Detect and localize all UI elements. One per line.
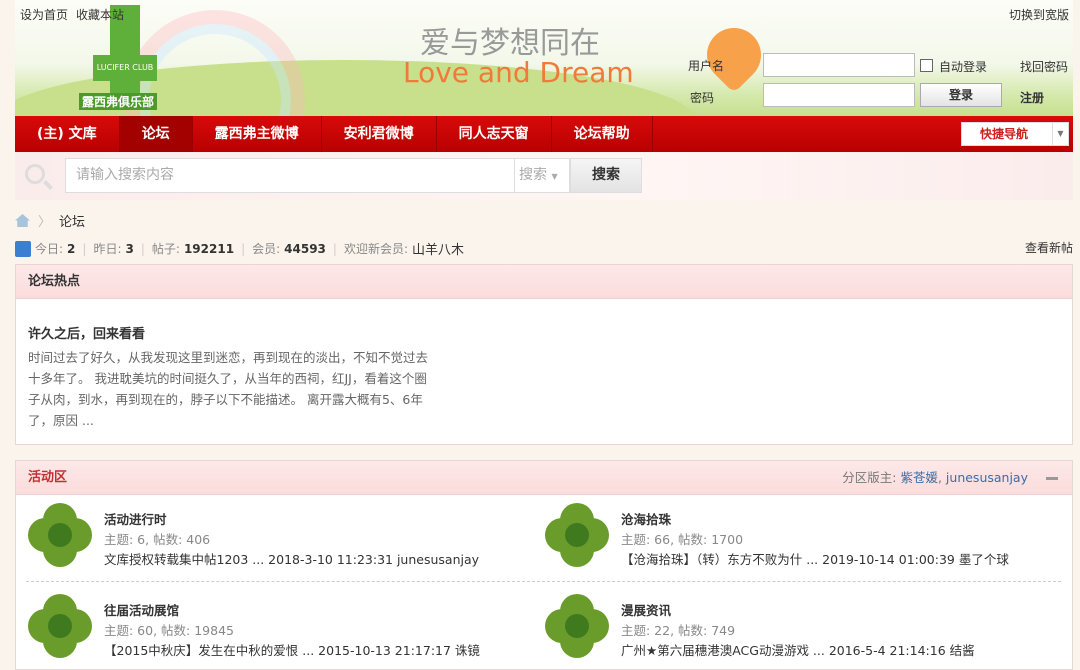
register-link[interactable]: 注册 xyxy=(1020,89,1044,106)
moderator-link[interactable]: junesusanjay xyxy=(946,470,1028,485)
forum-name[interactable]: 活动进行时 xyxy=(104,509,167,528)
view-new-posts-link[interactable]: 查看新帖 xyxy=(1025,239,1073,256)
forum-last-post[interactable]: 广州★第六届穗港澳ACG动漫游戏 ... 2016-5-4 21:14:16 结… xyxy=(621,640,975,659)
collapse-icon[interactable] xyxy=(1046,477,1058,480)
today-label: 今日: xyxy=(35,240,63,257)
search-bar: 请输入搜索内容 搜索 ▼ 搜索 xyxy=(15,152,1073,200)
search-button[interactable]: 搜索 xyxy=(570,158,642,193)
members-count: 44593 xyxy=(284,242,326,256)
auto-login-checkbox[interactable] xyxy=(920,59,933,72)
forum-last-post[interactable]: 【沧海拾珠】（转）东方不败为什 ... 2019-10-14 01:00:39 … xyxy=(621,549,1009,568)
breadcrumb-current[interactable]: 论坛 xyxy=(59,211,85,230)
login-button[interactable]: 登录 xyxy=(920,83,1002,107)
yesterday-count: 3 xyxy=(126,242,134,256)
section-moderators: 分区版主: 紫苍媛, junesusanjay xyxy=(842,461,1028,495)
welcome-label: 欢迎新会员: xyxy=(344,240,408,257)
forum-stats: 主题: 66, 帖数: 1700 xyxy=(621,529,743,548)
nav-anli-weibo[interactable]: 安利君微博 xyxy=(322,116,437,152)
clover-icon xyxy=(545,503,609,567)
moderator-link[interactable]: 紫苍媛 xyxy=(900,470,938,485)
home-icon[interactable] xyxy=(15,214,30,227)
nav-doujin[interactable]: 同人志天窗 xyxy=(437,116,552,152)
forum-item[interactable]: 往届活动展馆 主题: 60, 帖数: 19845 【2015中秋庆】发生在中秋的… xyxy=(16,588,516,668)
divider xyxy=(26,581,1061,582)
clover-icon xyxy=(28,503,92,567)
yesterday-label: 昨日: xyxy=(93,240,121,257)
username-input[interactable] xyxy=(763,53,915,77)
hot-topics-panel: 论坛热点 许久之后，回来看看 时间过去了好久，从我发现这里到迷恋，再到现在的淡出… xyxy=(15,264,1073,445)
slogan-en: Love and Dream xyxy=(403,56,634,89)
password-label: 密码 xyxy=(690,89,714,106)
password-input[interactable] xyxy=(763,83,915,107)
logo-name: 露西弗俱乐部 xyxy=(79,93,157,110)
search-icon xyxy=(25,164,45,184)
posts-label: 帖子: xyxy=(152,240,180,257)
chevron-down-icon: ▼ xyxy=(1052,123,1068,145)
forum-stats: 主题: 6, 帖数: 406 xyxy=(104,529,210,548)
nav-help[interactable]: 论坛帮助 xyxy=(552,116,653,152)
search-type-label: 搜索 xyxy=(519,167,547,183)
posts-count: 192211 xyxy=(184,242,234,256)
forgot-password-link[interactable]: 找回密码 xyxy=(1020,58,1068,75)
hot-topics-title: 论坛热点 xyxy=(16,265,1072,299)
quick-nav-label: 快捷导航 xyxy=(980,127,1028,141)
breadcrumb: 〉 论坛 xyxy=(15,211,85,230)
heart-balloon-icon xyxy=(696,17,772,93)
forum-item[interactable]: 活动进行时 主题: 6, 帖数: 406 文库授权转载集中帖1203 ... 2… xyxy=(16,497,516,577)
clover-icon xyxy=(28,594,92,658)
forum-last-post[interactable]: 文库授权转载集中帖1203 ... 2018-3-10 11:23:31 jun… xyxy=(104,549,479,568)
quick-nav-button[interactable]: 快捷导航 ▼ xyxy=(961,122,1069,146)
username-label: 用户名 xyxy=(688,57,724,74)
bookmark-link[interactable]: 收藏本站 xyxy=(76,8,124,22)
hot-post-excerpt: 时间过去了好久，从我发现这里到迷恋，再到现在的淡出，不知不觉过去十多年了。 我进… xyxy=(28,347,438,431)
forum-item[interactable]: 漫展资讯 主题: 22, 帖数: 749 广州★第六届穗港澳ACG动漫游戏 ..… xyxy=(533,588,1033,668)
search-input[interactable]: 请输入搜索内容 xyxy=(65,158,515,193)
activity-title[interactable]: 活动区 xyxy=(28,470,67,485)
forum-name[interactable]: 沧海拾珠 xyxy=(621,509,671,528)
header-banner: LUCIFER CLUB 露西弗俱乐部 设为首页收藏本站 爱与梦想同在 Love… xyxy=(15,0,1073,116)
forum-item[interactable]: 沧海拾珠 主题: 66, 帖数: 1700 【沧海拾珠】（转）东方不败为什 ..… xyxy=(533,497,1033,577)
forum-stats: 主题: 22, 帖数: 749 xyxy=(621,620,735,639)
wide-switch-link[interactable]: 切换到宽版 xyxy=(1009,6,1069,23)
forum-stats: 主题: 60, 帖数: 19845 xyxy=(104,620,234,639)
search-type-select[interactable]: 搜索 ▼ xyxy=(515,158,570,193)
activity-section: 活动区 分区版主: 紫苍媛, junesusanjay 活动进行时 主题: 6,… xyxy=(15,460,1073,670)
forum-stats: 今日:2| 昨日:3| 帖子:192211| 会员:44593| 欢迎新会员:山… xyxy=(15,239,464,258)
set-homepage-link[interactable]: 设为首页 xyxy=(20,8,68,22)
chevron-down-icon: ▼ xyxy=(551,172,557,181)
logo-text: LUCIFER CLUB xyxy=(93,55,157,81)
chevron-right-icon: 〉 xyxy=(38,211,51,230)
auto-login-label: 自动登录 xyxy=(939,58,987,75)
nav-library[interactable]: (主) 文库 xyxy=(15,116,120,152)
forum-last-post[interactable]: 【2015中秋庆】发生在中秋的爱恨 ... 2015-10-13 21:17:1… xyxy=(104,640,480,659)
mods-label: 分区版主: xyxy=(842,470,896,485)
hot-post-title[interactable]: 许久之后，回来看看 xyxy=(28,323,145,342)
members-label: 会员: xyxy=(252,240,280,257)
main-nav: (主) 文库 论坛 露西弗主微博 安利君微博 同人志天窗 论坛帮助 快捷导航 ▼ xyxy=(15,116,1073,152)
clover-icon xyxy=(545,594,609,658)
forum-name[interactable]: 漫展资讯 xyxy=(621,600,671,619)
nav-lucifer-weibo[interactable]: 露西弗主微博 xyxy=(193,116,322,152)
forum-name[interactable]: 往届活动展馆 xyxy=(104,600,179,619)
mods-separator: , xyxy=(938,470,946,485)
today-count: 2 xyxy=(67,242,75,256)
nav-forum[interactable]: 论坛 xyxy=(120,116,193,152)
stats-chart-icon xyxy=(15,241,31,257)
new-member-link[interactable]: 山羊八木 xyxy=(412,239,464,258)
